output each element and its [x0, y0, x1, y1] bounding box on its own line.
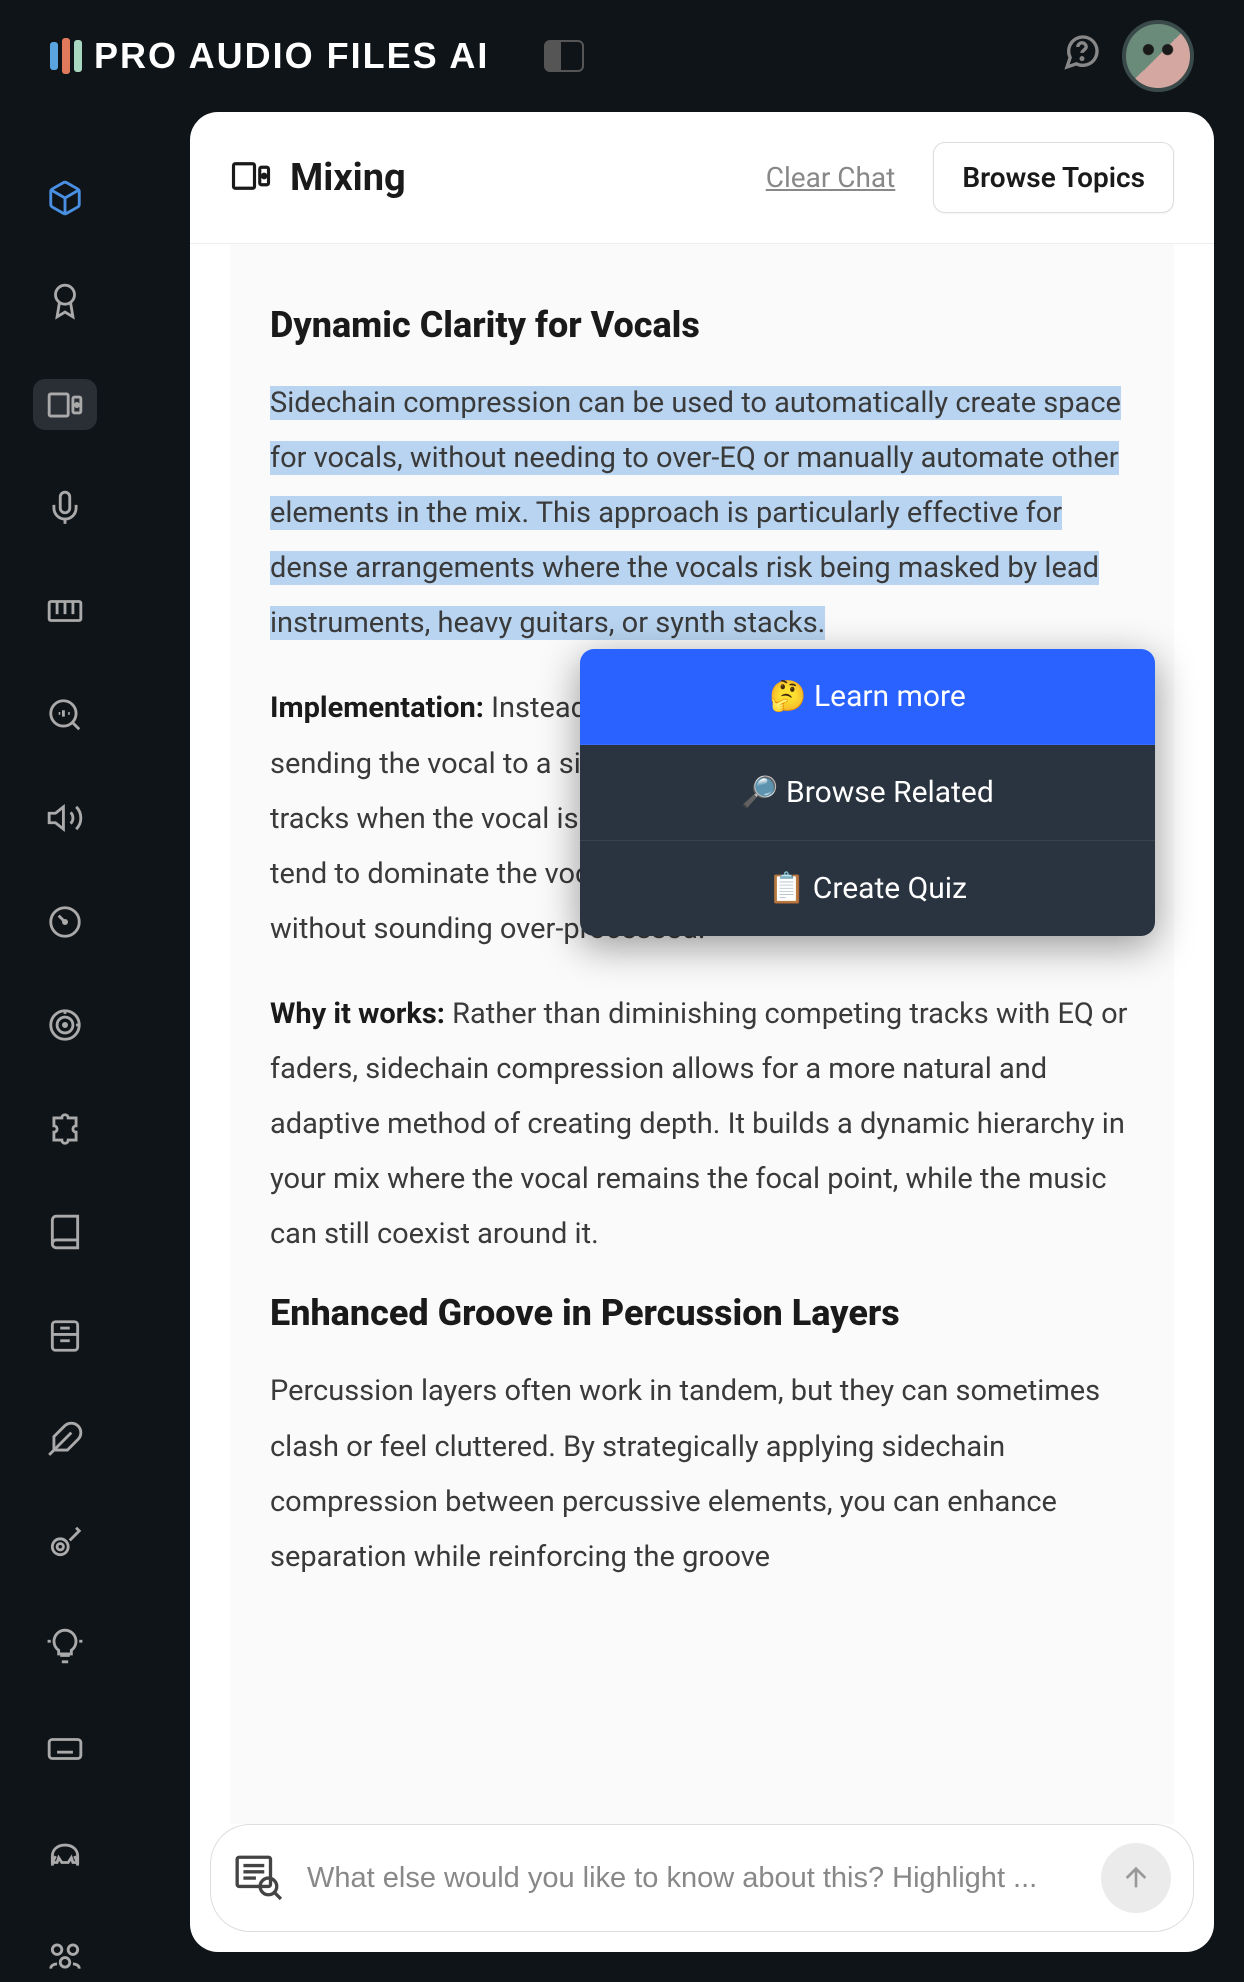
sidebar-item-microphone[interactable]	[33, 482, 97, 533]
sidebar-item-feather[interactable]	[33, 1413, 97, 1464]
sidebar-item-puzzle[interactable]	[33, 1103, 97, 1154]
card-header: Mixing Clear Chat Browse Topics	[190, 112, 1214, 244]
article-paragraph-why: Why it works: Rather than diminishing co…	[270, 987, 1134, 1262]
content-card: Mixing Clear Chat Browse Topics Dynamic …	[190, 112, 1214, 1952]
user-avatar[interactable]	[1122, 20, 1194, 92]
sidebar-item-speaker[interactable]	[33, 793, 97, 844]
context-learn-more-button[interactable]: 🤔 Learn more	[580, 649, 1155, 745]
mixing-icon	[230, 155, 272, 201]
clear-chat-link[interactable]: Clear Chat	[766, 161, 896, 194]
sidebar-item-target[interactable]	[33, 1000, 97, 1051]
sidebar-item-cube[interactable]	[33, 172, 97, 223]
sidebar-item-idea[interactable]	[33, 1620, 97, 1671]
sidebar-item-archive[interactable]	[33, 1310, 97, 1361]
panel-toggle-button[interactable]	[544, 40, 584, 72]
brand-text: PRO AUDIO FILES AI	[94, 35, 489, 77]
article-paragraph-highlighted[interactable]: Sidechain compression can be used to aut…	[270, 376, 1134, 651]
context-browse-related-button[interactable]: 🔎 Browse Related	[580, 745, 1155, 841]
sidebar-item-gauge[interactable]	[33, 896, 97, 947]
sidebar-item-group[interactable]	[33, 1930, 97, 1981]
page-title: Mixing	[290, 156, 748, 200]
sidebar	[0, 112, 130, 1982]
sidebar-item-mammoth[interactable]	[33, 1827, 97, 1878]
article-heading-1: Dynamic Clarity for Vocals	[270, 304, 1134, 346]
browse-topics-button[interactable]: Browse Topics	[933, 142, 1174, 213]
chat-input-field[interactable]	[307, 1862, 1077, 1895]
context-create-quiz-button[interactable]: 📋 Create Quiz	[580, 841, 1155, 936]
app-header: PRO AUDIO FILES AI	[0, 0, 1244, 112]
sidebar-item-book[interactable]	[33, 1206, 97, 1257]
logo-bars-icon	[50, 38, 82, 74]
chat-input-bar	[210, 1824, 1194, 1932]
article-heading-2: Enhanced Groove in Percussion Layers	[270, 1292, 1134, 1334]
brand-logo[interactable]: PRO AUDIO FILES AI	[50, 35, 489, 77]
sidebar-item-award[interactable]	[33, 275, 97, 326]
article-body: Dynamic Clarity for Vocals Sidechain com…	[190, 244, 1214, 1824]
sidebar-item-piano[interactable]	[33, 586, 97, 637]
selection-context-menu: 🤔 Learn more 🔎 Browse Related 📋 Create Q…	[580, 649, 1155, 936]
sidebar-item-keyboard[interactable]	[33, 1724, 97, 1775]
help-icon[interactable]	[1062, 32, 1102, 81]
sidebar-item-guitar[interactable]	[33, 1517, 97, 1568]
sidebar-item-search-sound[interactable]	[33, 689, 97, 740]
sidebar-item-mixing[interactable]	[33, 379, 97, 430]
list-search-icon[interactable]	[233, 1851, 283, 1905]
article-paragraph-percussion: Percussion layers often work in tandem, …	[270, 1364, 1134, 1584]
main-layout: Mixing Clear Chat Browse Topics Dynamic …	[0, 112, 1244, 1982]
send-button[interactable]	[1101, 1843, 1171, 1913]
